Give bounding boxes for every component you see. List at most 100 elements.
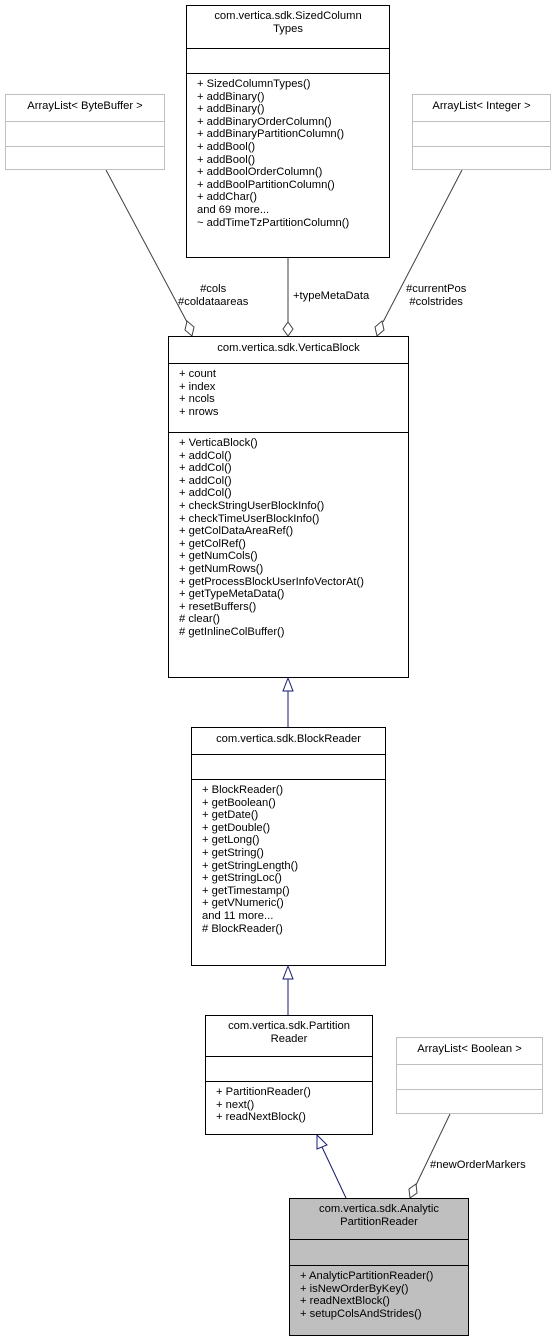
edge-cols <box>105 169 188 323</box>
title-line: PartitionReader <box>340 1216 418 1228</box>
title-line: Types <box>273 23 303 35</box>
class-member: + ncols <box>179 393 215 406</box>
title-line: Reader <box>270 1033 308 1045</box>
title-line: com.vertica.sdk.SizedColumn <box>214 10 362 22</box>
class-member: + addCol() <box>179 474 232 487</box>
class-member: + SizedColumnTypes() <box>197 78 311 90</box>
class-member: + getColRef() <box>179 537 246 550</box>
class-member: + PartitionReader() <box>216 1086 311 1098</box>
class-member: + checkTimeUserBlockInfo() <box>179 512 320 525</box>
class-member: + getNumCols() <box>179 550 258 563</box>
title-line: com.vertica.sdk.Partition <box>228 1020 350 1032</box>
aggregation-diamond-icon <box>374 320 385 337</box>
class-title: com.vertica.sdk.SizedColumn Types <box>187 6 389 48</box>
class-arraylist-boolean[interactable]: ArrayList< Boolean > <box>396 1037 543 1114</box>
class-title: ArrayList< ByteBuffer > <box>27 100 143 112</box>
class-member: + addCol() <box>179 462 232 475</box>
edge-label-current-pos: #currentPos #colstrides <box>406 283 466 309</box>
methods-section: + AnalyticPartitionReader() + isNewOrderB… <box>290 1265 468 1322</box>
class-arraylist-integer[interactable]: ArrayList< Integer > <box>412 94 551 170</box>
class-member: + setupColsAndStrides() <box>300 1307 422 1320</box>
edge-label-type-meta-data: +typeMetaData <box>293 290 370 302</box>
class-vertica-block[interactable]: com.vertica.sdk.VerticaBlock + count + in… <box>168 336 409 678</box>
inheritance-arrow-icon <box>282 676 294 692</box>
class-title: com.vertica.sdk.BlockReader <box>216 733 361 745</box>
class-member: + BlockReader() <box>202 784 284 796</box>
edge-inherit-analytic <box>321 1146 347 1199</box>
class-member: and 69 more... <box>197 203 270 216</box>
attributes-section <box>206 1056 372 1081</box>
edge-label-cols: #cols #coldataareas <box>178 283 248 309</box>
class-block-reader[interactable]: com.vertica.sdk.BlockReader + BlockReade… <box>191 727 386 966</box>
class-member: + getDate() <box>202 809 259 822</box>
class-member: + count <box>179 368 217 380</box>
methods-section: + PartitionReader() + next() + readNextBlo… <box>206 1081 372 1126</box>
class-member: # clear() <box>179 613 221 626</box>
class-member: # BlockReader() <box>202 922 283 935</box>
class-member: + getColDataAreaRef() <box>179 525 294 538</box>
class-member: + addBinary() <box>197 103 265 116</box>
class-member: + addCol() <box>179 487 232 500</box>
aggregation-diamond-icon <box>184 320 195 337</box>
class-member: + getTypeMetaData() <box>179 588 285 601</box>
class-member: + addCol() <box>179 449 232 462</box>
class-member: + next() <box>216 1098 255 1111</box>
methods-section <box>6 146 164 169</box>
class-member: # getInlineColBuffer() <box>179 625 285 638</box>
class-member: + addBinaryOrderColumn() <box>197 115 332 128</box>
inheritance-arrow-icon <box>316 1133 328 1150</box>
class-member: + addBoolPartitionColumn() <box>197 178 335 191</box>
class-member: + addBinary() <box>197 90 265 103</box>
class-analytic-partition-reader[interactable]: com.vertica.sdk.Analytic PartitionReader… <box>289 1198 469 1336</box>
class-member: + getVNumeric() <box>202 897 284 910</box>
class-arraylist-bytebuffer[interactable]: ArrayList< ByteBuffer > <box>5 94 165 170</box>
class-member: + index <box>179 380 216 393</box>
class-member: + getStringLoc() <box>202 872 282 885</box>
methods-section: + BlockReader() + getBoolean() + getDate()… <box>192 779 385 937</box>
class-member: + addBool() <box>197 153 256 166</box>
class-member: + getStringLength() <box>202 859 299 872</box>
class-member: + getTimestamp() <box>202 884 290 897</box>
class-member: + VerticaBlock() <box>179 437 258 449</box>
class-member: + addBinaryPartitionColumn() <box>197 128 345 141</box>
edge-label-new-order-markers: #newOrderMarkers <box>430 1159 526 1171</box>
class-member: + AnalyticPartitionReader() <box>300 1270 434 1282</box>
class-title: ArrayList< Integer > <box>432 100 531 112</box>
class-member: + nrows <box>179 405 219 418</box>
edge-new-order-markers <box>415 1113 451 1186</box>
class-member: + getProcessBlockUserInfoVectorAt() <box>179 575 364 588</box>
aggregation-diamond-icon <box>408 1183 418 1199</box>
label-line: #currentPos <box>406 283 467 295</box>
class-title: com.vertica.sdk.Analytic PartitionReader <box>290 1199 468 1239</box>
methods-section <box>413 146 550 169</box>
class-member: + readNextBlock() <box>216 1111 306 1124</box>
class-partition-reader[interactable]: com.vertica.sdk.Partition Reader + Parti… <box>205 1015 373 1135</box>
aggregation-diamond-icon <box>282 321 294 337</box>
class-member: + addBool() <box>197 140 256 153</box>
class-member: + checkStringUserBlockInfo() <box>179 499 325 512</box>
title-line: com.vertica.sdk.Analytic <box>319 1203 439 1215</box>
class-member: + getNumRows() <box>179 562 264 575</box>
class-member: + addChar() <box>197 191 258 204</box>
class-member: + getDouble() <box>202 821 271 834</box>
class-member: + getLong() <box>202 834 260 847</box>
attributes-section <box>187 48 389 73</box>
class-member: + getBoolean() <box>202 796 276 809</box>
label-line: #cols <box>200 283 227 295</box>
methods-section: + SizedColumnTypes() + addBinary() + addBi… <box>187 73 389 231</box>
methods-section: + VerticaBlock() + addCol() + addCol() + ad… <box>169 432 408 641</box>
class-member: and 11 more... <box>202 909 274 922</box>
attributes-section: + count + index + ncols + nrows <box>169 363 408 432</box>
class-member: + resetBuffers() <box>179 600 257 613</box>
inheritance-arrow-icon <box>282 964 294 980</box>
attributes-section <box>192 754 385 779</box>
label-line: #coldataareas <box>178 296 249 308</box>
class-member: + addBoolOrderColumn() <box>197 166 323 179</box>
class-title: com.vertica.sdk.VerticaBlock <box>217 342 360 354</box>
class-member: + readNextBlock() <box>300 1295 390 1308</box>
attributes-section <box>397 1064 542 1089</box>
attributes-section <box>413 121 550 146</box>
class-sized-column-types[interactable]: com.vertica.sdk.SizedColumn Types + Size… <box>186 5 390 258</box>
attributes-section <box>290 1239 468 1265</box>
class-title: com.vertica.sdk.Partition Reader <box>206 1016 372 1056</box>
